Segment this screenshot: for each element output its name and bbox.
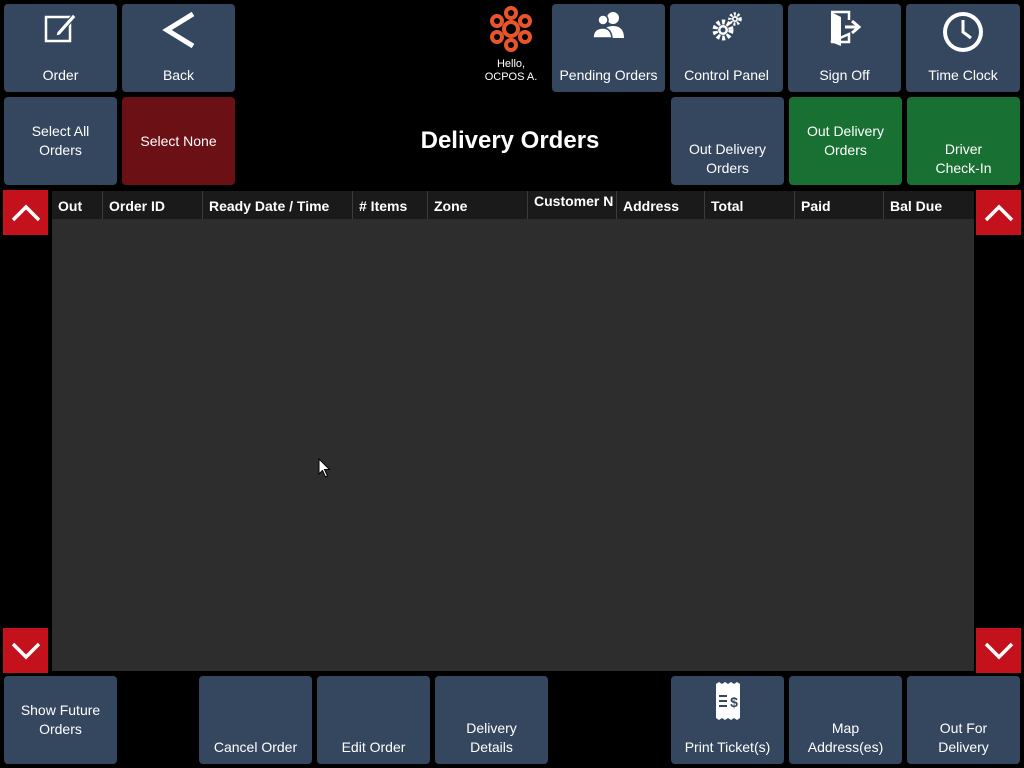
back-label: Back [162,67,195,83]
print-tickets-label: Print Ticket(s) [684,739,771,755]
time-clock-button[interactable]: Time Clock [906,4,1020,92]
map-addresses-button[interactable]: Map Address(es) [789,676,902,764]
show-future-orders-label: Show Future Orders [20,702,101,737]
table-header: Out Order ID Ready Date / Time # Items Z… [52,191,974,219]
pending-orders-label: Pending Orders [559,67,658,83]
out-delivery-orders-label: Out Delivery Orders [688,141,767,176]
orders-table[interactable]: Out Order ID Ready Date / Time # Items Z… [52,191,974,671]
out-delivery-orders-filter-button[interactable]: Out Delivery Orders [671,97,784,185]
map-addresses-label: Map Address(es) [807,720,884,755]
clock-icon [941,10,985,54]
sign-off-button[interactable]: Sign Off [788,4,901,92]
column-header-order-id[interactable]: Order ID [103,191,203,219]
sign-off-label: Sign Off [819,67,870,83]
select-all-label: Select All Orders [31,123,90,158]
back-button[interactable]: Back [122,4,235,92]
mouse-cursor-icon [318,458,331,478]
cancel-order-label: Cancel Order [213,739,298,755]
scroll-up-right-button[interactable] [976,190,1021,235]
select-none-label: Select None [140,132,217,149]
column-header-bal-due[interactable]: Bal Due [884,191,974,219]
column-header-total[interactable]: Total [705,191,795,219]
edit-icon [43,10,79,46]
chevron-up-icon [984,204,1013,221]
out-delivery-orders-green-label: Out Delivery Orders [806,123,885,158]
delivery-details-button[interactable]: Delivery Details [435,676,548,764]
column-header-ready-date[interactable]: Ready Date / Time [203,191,353,219]
cancel-order-button[interactable]: Cancel Order [199,676,312,764]
driver-checkin-button[interactable]: Driver Check-In [907,97,1020,185]
out-delivery-orders-green-button[interactable]: Out Delivery Orders [789,97,902,185]
chevron-down-icon [984,642,1013,659]
control-panel-label: Control Panel [684,67,769,83]
column-header-paid[interactable]: Paid [795,191,884,219]
column-header-out[interactable]: Out [52,191,103,219]
column-header-zone[interactable]: Zone [428,191,528,219]
edit-order-label: Edit Order [341,739,406,755]
greeting-text: Hello, [496,58,526,70]
order-label: Order [42,67,79,83]
receipt-icon: $ [714,682,742,720]
scroll-down-left-button[interactable] [3,628,48,673]
out-for-delivery-label: Out For Delivery [938,720,989,755]
time-clock-label: Time Clock [928,67,998,83]
users-icon [591,10,627,40]
edit-order-button[interactable]: Edit Order [317,676,430,764]
show-future-orders-button[interactable]: Show Future Orders [4,676,117,764]
chevron-down-icon [11,642,40,659]
sign-out-icon [827,10,863,46]
gears-icon [710,10,744,44]
chevron-left-icon [159,10,199,50]
user-greeting: Hello, OCPOS A. [476,2,546,84]
logo-icon [476,4,546,54]
page-title: Delivery Orders [420,127,600,154]
select-all-orders-button[interactable]: Select All Orders [4,97,117,185]
svg-text:$: $ [730,694,738,710]
driver-checkin-label: Driver Check-In [935,141,992,176]
out-for-delivery-button[interactable]: Out For Delivery [907,676,1020,764]
chevron-up-icon [11,204,40,221]
control-panel-button[interactable]: Control Panel [670,4,783,92]
scroll-up-left-button[interactable] [3,190,48,235]
column-header-address[interactable]: Address [617,191,705,219]
column-header-customer-name[interactable]: Customer N [528,191,617,219]
print-tickets-button[interactable]: $ Print Ticket(s) [671,676,784,764]
select-none-button[interactable]: Select None [122,97,235,185]
scroll-down-right-button[interactable] [976,628,1021,673]
order-button[interactable]: Order [4,4,117,92]
delivery-details-label: Delivery Details [466,720,517,755]
user-name: OCPOS A. [484,71,538,83]
column-header-items[interactable]: # Items [353,191,428,219]
pending-orders-button[interactable]: Pending Orders [552,4,665,92]
